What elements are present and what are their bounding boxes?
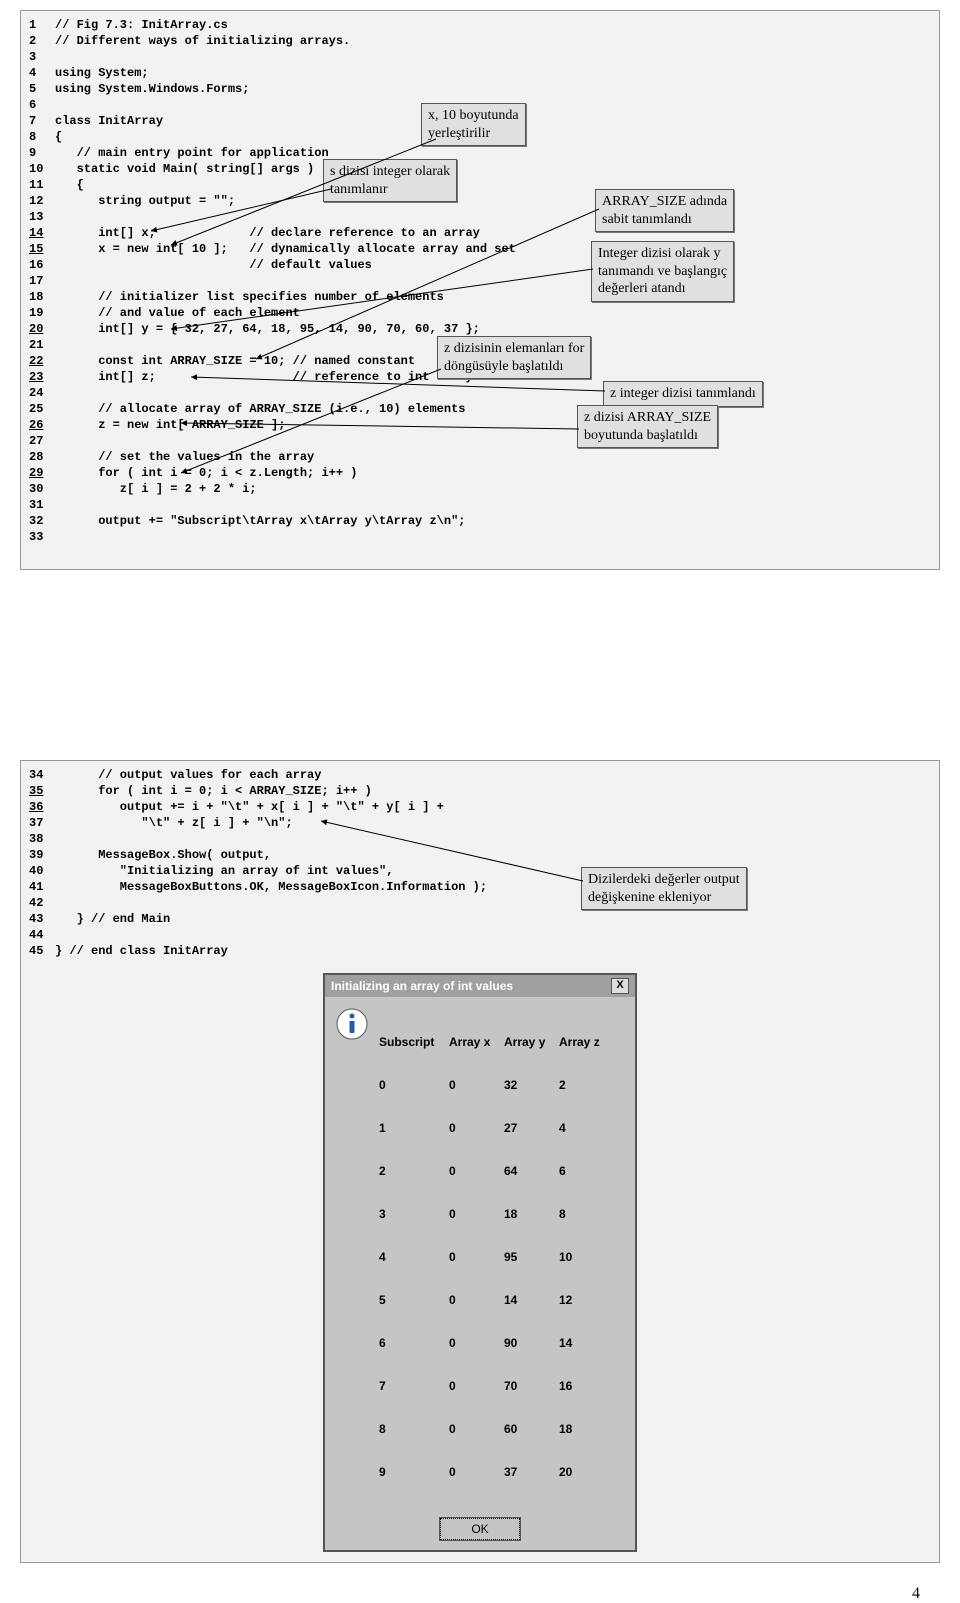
table-row: 903720 — [379, 1465, 609, 1480]
callout-s-integer: s dizisi integer olarak tanımlanır — [323, 159, 457, 202]
table-row: 806018 — [379, 1422, 609, 1437]
code-line: for ( int i = 0; i < z.Length; i++ ) — [55, 466, 357, 480]
info-icon — [335, 1007, 369, 1041]
code-line: "Initializing an array of int values", — [55, 864, 393, 878]
code-line: int[] x; // declare reference to an arra… — [55, 226, 480, 240]
slide-2: 34 // output values for each array 35 fo… — [20, 760, 940, 1563]
close-button[interactable]: X — [611, 978, 629, 994]
code-line: // allocate array of ARRAY_SIZE (i.e., 1… — [55, 402, 465, 416]
code-line: output += "Subscript\tArray x\tArray y\t… — [55, 514, 465, 528]
table-row: 10274 — [379, 1121, 609, 1136]
callout-integer-y: Integer dizisi olarak y tanımandı ve baş… — [591, 241, 734, 302]
code-line: x = new int[ 10 ]; // dynamically alloca… — [55, 242, 516, 256]
code-block-2: 34 // output values for each array 35 fo… — [20, 760, 940, 1563]
code-line: for ( int i = 0; i < ARRAY_SIZE; i++ ) — [55, 784, 372, 798]
table-row: 501412 — [379, 1293, 609, 1308]
slide-1: 1// Fig 7.3: InitArray.cs 2// Different … — [20, 10, 940, 630]
code-line: // initializer list specifies number of … — [55, 290, 444, 304]
table-row: 20646 — [379, 1164, 609, 1179]
table-header: SubscriptArray xArray yArray z — [379, 1035, 609, 1050]
callout-x-size: x, 10 boyutunda yerleştirilir — [421, 103, 526, 146]
dialog-titlebar: Initializing an array of int values X — [325, 975, 635, 997]
callout-z-integer: z integer dizisi tanımlandı — [603, 381, 763, 407]
table-row: 609014 — [379, 1336, 609, 1351]
callout-z-array-size: z dizisi ARRAY_SIZE boyutunda başlatıldı — [577, 405, 718, 448]
code-line: // main entry point for application — [55, 146, 329, 160]
callout-z-for: z dizisinin elemanları for döngüsüyle ba… — [437, 336, 591, 379]
code-line: z = new int[ ARRAY_SIZE ]; — [55, 418, 285, 432]
callout-array-size-const: ARRAY_SIZE adında sabit tanımlandı — [595, 189, 734, 232]
table-row: 00322 — [379, 1078, 609, 1093]
code-line: // default values — [55, 258, 372, 272]
code-line: using System.Windows.Forms; — [55, 82, 249, 96]
code-line: z[ i ] = 2 + 2 * i; — [55, 482, 257, 496]
code-line: // output values for each array — [55, 768, 321, 782]
code-line: "\t" + z[ i ] + "\n"; — [55, 816, 293, 830]
table-row: 30188 — [379, 1207, 609, 1222]
dialog-text: SubscriptArray xArray yArray z 00322 102… — [379, 1007, 609, 1508]
code-line: int[] y = { 32, 27, 64, 18, 95, 14, 90, … — [55, 322, 480, 336]
code-line: using System; — [55, 66, 149, 80]
code-line: // Different ways of initializing arrays… — [55, 34, 350, 48]
code-line: } // end class InitArray — [55, 944, 228, 958]
code-line: { — [55, 178, 84, 192]
code-line: } // end Main — [55, 912, 170, 926]
code-line: MessageBoxButtons.OK, MessageBoxIcon.Inf… — [55, 880, 487, 894]
messagebox-dialog: Initializing an array of int values X Su… — [323, 973, 637, 1552]
table-row: 409510 — [379, 1250, 609, 1265]
dialog-title-text: Initializing an array of int values — [331, 979, 513, 993]
table-row: 707016 — [379, 1379, 609, 1394]
code-line: string output = ""; — [55, 194, 235, 208]
code-line: MessageBox.Show( output, — [55, 848, 271, 862]
ok-button[interactable]: OK — [440, 1518, 520, 1540]
code-line: const int ARRAY_SIZE = 10; // named cons… — [55, 354, 415, 368]
code-line: // Fig 7.3: InitArray.cs — [55, 18, 228, 32]
code-line: // set the values in the array — [55, 450, 314, 464]
code-line: class InitArray — [55, 114, 163, 128]
code-line: int[] z; // reference to int array — [55, 370, 473, 384]
code-line: { — [55, 130, 62, 144]
code-line: output += i + "\t" + x[ i ] + "\t" + y[ … — [55, 800, 444, 814]
page-number: 4 — [912, 1585, 920, 1603]
code-block-1: 1// Fig 7.3: InitArray.cs 2// Different … — [20, 10, 940, 570]
code-line: // and value of each element — [55, 306, 300, 320]
callout-output: Dizilerdeki değerler output değişkenine … — [581, 867, 747, 910]
code-line: static void Main( string[] args ) — [55, 162, 314, 176]
